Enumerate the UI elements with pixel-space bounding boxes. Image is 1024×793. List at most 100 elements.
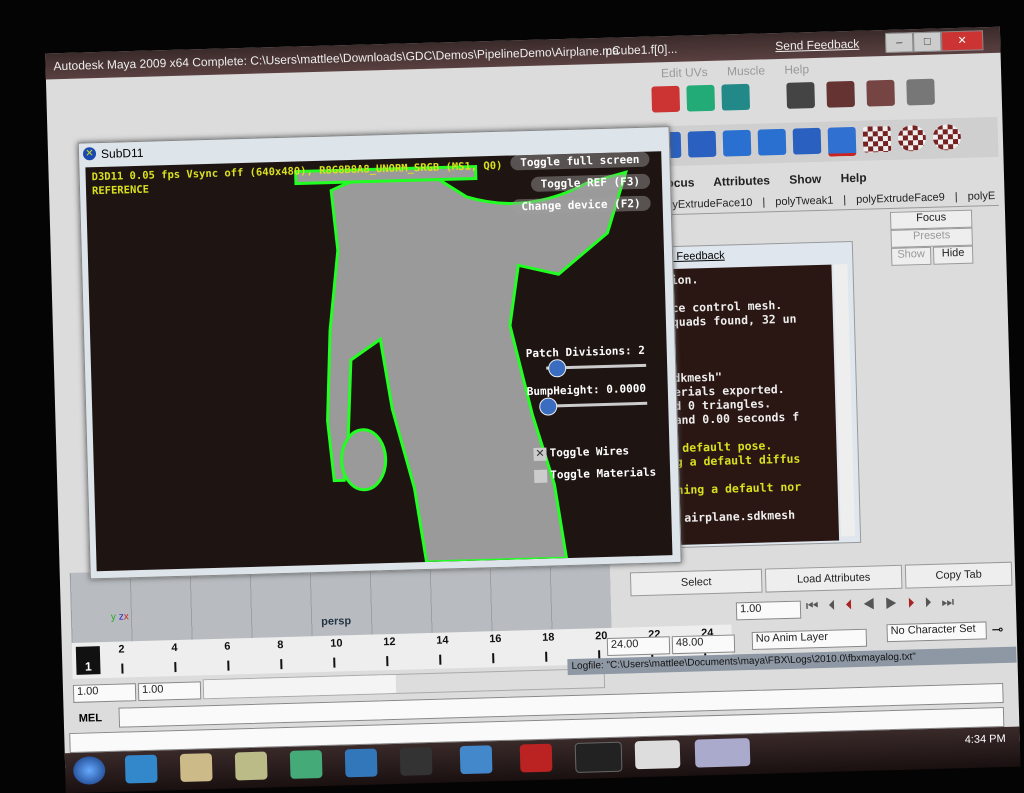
current-time-field[interactable]: 1.00 [735,600,802,621]
key-icon[interactable]: ⊸ [991,621,1003,638]
send-feedback-link[interactable]: Send Feedback [775,31,860,59]
tab-polyextrudeface9[interactable]: polyExtrudeFace9 [856,191,945,205]
maximize-button[interactable]: □ [912,31,942,53]
clapper-icon[interactable] [826,80,856,108]
step-forward-icon: ⏵ [924,593,942,611]
timeline-tick [385,656,388,667]
copy-tab-button[interactable]: Copy Tab [904,561,1013,589]
menu-attributes[interactable]: Attributes [713,173,770,189]
outliner-icon[interactable] [906,78,935,106]
subd11-render-area[interactable]: D3D11 0.05 fps Vsync off (640x480), R8G8… [85,151,673,572]
timeline-tick-label: 12 [383,635,396,649]
timeline-tick-label: 10 [330,637,343,650]
steam-icon[interactable] [399,746,433,776]
timeline-tick [544,651,547,662]
range-start-field[interactable]: 1.00 [137,681,202,702]
show-button[interactable]: Show [890,246,932,266]
menu-bar: Edit UVs Muscle Help [661,62,825,80]
folder-icon[interactable] [234,751,268,781]
console-window: nd Feedback tion. ace control mesh. quads… [655,240,862,549]
anim-layer-select[interactable]: No Anim Layer [751,628,868,650]
poly-tool-icon[interactable] [687,130,717,158]
timeline-tick [491,653,494,664]
magnet-icon[interactable] [651,85,681,113]
play-forward-icon: ▶ [884,594,908,612]
timeline-tick-label: 14 [436,634,449,647]
render-view-icon[interactable] [786,82,816,109]
attr-editor-menu: Focus Attributes Show Help [659,170,883,191]
uv-planar-icon[interactable] [862,125,892,153]
maya-window: Autodesk Maya 2009 x64 Complete: C:\User… [45,26,1021,793]
poly-tool-icon[interactable] [827,126,857,157]
presets-button[interactable]: Presets [890,227,973,248]
select-button[interactable]: Select [629,568,763,597]
maya-title-suffix: pCube1.f[0]... [605,41,678,58]
console-output: tion. ace control mesh. quads found, 32 u… [663,264,840,546]
timeline-tick-label: 4 [171,642,178,655]
close-button[interactable]: ✕ [940,30,984,52]
render-icon[interactable] [686,84,716,112]
end-time-field[interactable]: 48.00 [671,634,736,655]
range-end-field[interactable]: 24.00 [606,636,671,657]
checkbox-icon [534,469,548,483]
step-forward-key-icon: ⏵ [907,594,925,611]
timeline-tick-label: 6 [224,640,231,653]
toggle-wires-checkbox[interactable]: ✕ Toggle Wires [533,444,630,461]
playback-controls[interactable]: ⏮⏴⏴◀▶⏵⏵⏭ [806,593,965,614]
toggle-materials-label: Toggle Materials [550,465,657,482]
start-time-field[interactable]: 1.00 [72,683,137,703]
reference-mode-label: REFERENCE [91,183,150,198]
clock: 4:34 PM [964,732,1006,747]
go-to-start-icon: ⏮ [805,596,829,614]
app-icon[interactable] [289,750,323,779]
subd11-taskbar-icon[interactable] [694,738,751,768]
timeline-tick-label: 20 [595,630,608,643]
mel-label: MEL [78,712,103,725]
tab-polytweak1[interactable]: polyTweak1 [775,195,833,209]
character-set-value: No Character Set [890,622,976,638]
current-frame-marker[interactable]: 1 [75,646,101,675]
timeline-tick [173,662,177,673]
maya-taskbar-icon[interactable] [519,743,553,773]
menu-muscle[interactable]: Muscle [727,63,765,78]
directx-icon: ✕ [82,147,97,161]
go-to-end-icon: ⏭ [941,593,965,610]
minimize-button[interactable]: – [884,32,914,54]
axis-gizmo-icon: y zx [110,611,129,623]
uv-cylindrical-icon[interactable] [897,124,927,152]
menu-edit-uvs[interactable]: Edit UVs [661,65,708,80]
poly-tool-icon[interactable] [792,127,822,155]
start-button[interactable] [72,756,106,785]
command-prompt-icon[interactable] [574,741,623,773]
powerpoint-icon[interactable] [634,740,681,770]
maya-title-bar: Autodesk Maya 2009 x64 Complete: C:\User… [45,26,1001,80]
network-icon[interactable] [459,745,493,775]
media-player-icon[interactable] [344,748,378,778]
subd11-title: SubD11 [100,145,144,161]
hide-button[interactable]: Hide [932,245,974,265]
poly-tool-icon[interactable] [757,128,787,156]
menu-help[interactable]: Help [784,62,809,77]
timeline-tick [120,663,124,674]
menu-show[interactable]: Show [789,172,821,187]
clapper-settings-icon[interactable] [866,79,895,107]
timeline-tick [438,654,441,665]
poly-tool-icon[interactable] [722,129,752,157]
tab-polye[interactable]: polyE [968,190,996,203]
internet-explorer-icon[interactable] [124,754,158,784]
ipr-icon[interactable] [721,83,751,111]
uv-spherical-icon[interactable] [932,123,962,151]
character-set-select[interactable]: No Character Set [886,621,987,643]
poly-shelf [647,116,999,167]
toggle-wires-label: Toggle Wires [549,444,630,460]
timeline-tick [332,657,335,668]
load-attributes-button[interactable]: Load Attributes [764,564,903,593]
timeline-tick-label: 16 [489,632,502,646]
wireframe-character [294,164,628,564]
timeline-tick-label: 2 [118,643,125,656]
menu-help-ae[interactable]: Help [840,171,866,186]
timeline-tick [279,659,282,670]
step-back-key-icon: ⏴ [845,595,863,613]
focus-button[interactable]: Focus [889,209,973,230]
play-backward-icon: ◀ [862,595,886,612]
